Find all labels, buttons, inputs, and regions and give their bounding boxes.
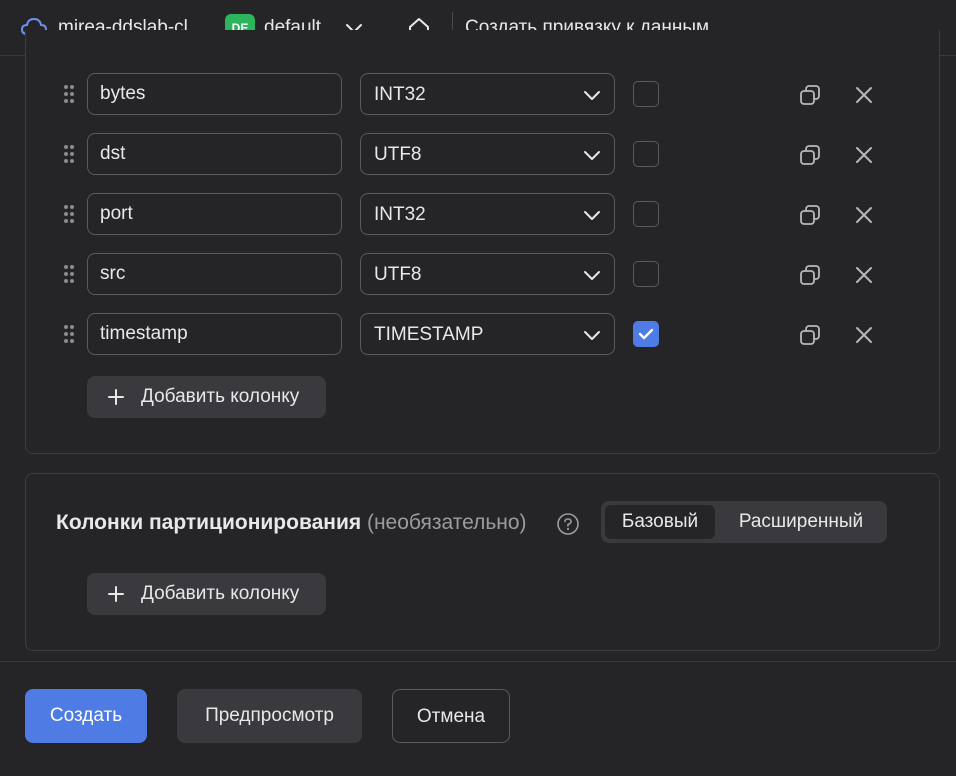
column-type-value: INT32 (374, 84, 426, 105)
column-name-input[interactable] (87, 253, 342, 295)
add-partition-column-label: Добавить колонку (141, 583, 300, 604)
chevron-down-icon (584, 91, 600, 100)
partition-panel: Колонки партиционирования (необязательно… (25, 473, 940, 651)
column-type-select[interactable]: UTF8 (360, 133, 615, 175)
help-icon[interactable] (556, 512, 580, 536)
column-type-select[interactable]: TIMESTAMP (360, 313, 615, 355)
close-icon[interactable] (853, 324, 875, 346)
column-name-input[interactable] (87, 133, 342, 175)
cancel-button[interactable]: Отмена (392, 689, 510, 743)
column-type-value: UTF8 (374, 144, 422, 165)
close-icon[interactable] (853, 264, 875, 286)
partition-title-text: Колонки партиционирования (56, 511, 362, 534)
chevron-down-icon (584, 151, 600, 160)
chevron-down-icon (584, 331, 600, 340)
column-name-input[interactable] (87, 193, 342, 235)
chevron-down-icon (584, 211, 600, 220)
column-checkbox[interactable] (633, 141, 659, 167)
copy-icon[interactable] (798, 323, 822, 347)
add-column-button[interactable]: Добавить колонку (87, 376, 326, 418)
partition-optional: (необязательно) (366, 511, 527, 534)
column-row: UTF8 (26, 133, 939, 175)
column-name-input[interactable] (87, 313, 342, 355)
column-type-value: INT32 (374, 204, 426, 225)
partition-mode-switch: Базовый Расширенный (601, 501, 887, 543)
preview-button[interactable]: Предпросмотр (177, 689, 362, 743)
column-type-select[interactable]: UTF8 (360, 253, 615, 295)
create-button[interactable]: Создать (25, 689, 147, 743)
columns-panel: INT32 UTF8 INT32 UTF8 TIMESTAMP Добавить кол… (25, 30, 940, 454)
column-checkbox[interactable] (633, 261, 659, 287)
column-row: UTF8 (26, 253, 939, 295)
column-row: INT32 (26, 73, 939, 115)
drag-handle-icon[interactable] (62, 84, 76, 104)
column-checkbox[interactable] (633, 201, 659, 227)
plus-icon (108, 389, 124, 405)
copy-icon[interactable] (798, 263, 822, 287)
add-column-label: Добавить колонку (141, 386, 300, 407)
column-type-value: UTF8 (374, 264, 422, 285)
column-name-input[interactable] (87, 73, 342, 115)
drag-handle-icon[interactable] (62, 144, 76, 164)
column-row: INT32 (26, 193, 939, 235)
column-checkbox[interactable] (633, 321, 659, 347)
drag-handle-icon[interactable] (62, 264, 76, 284)
copy-icon[interactable] (798, 143, 822, 167)
drag-handle-icon[interactable] (62, 204, 76, 224)
column-type-value: TIMESTAMP (374, 324, 484, 345)
column-type-select[interactable]: INT32 (360, 193, 615, 235)
column-row: TIMESTAMP (26, 313, 939, 355)
footer-divider (0, 661, 956, 662)
plus-icon (108, 586, 124, 602)
add-partition-column-button[interactable]: Добавить колонку (87, 573, 326, 615)
close-icon[interactable] (853, 204, 875, 226)
partition-title: Колонки партиционирования (необязательно… (56, 511, 527, 535)
column-type-select[interactable]: INT32 (360, 73, 615, 115)
copy-icon[interactable] (798, 203, 822, 227)
column-checkbox[interactable] (633, 81, 659, 107)
drag-handle-icon[interactable] (62, 324, 76, 344)
copy-icon[interactable] (798, 83, 822, 107)
mode-advanced-tab[interactable]: Расширенный (719, 505, 883, 539)
mode-basic-tab[interactable]: Базовый (605, 505, 715, 539)
check-icon (638, 328, 654, 340)
chevron-down-icon (584, 271, 600, 280)
close-icon[interactable] (853, 144, 875, 166)
close-icon[interactable] (853, 84, 875, 106)
